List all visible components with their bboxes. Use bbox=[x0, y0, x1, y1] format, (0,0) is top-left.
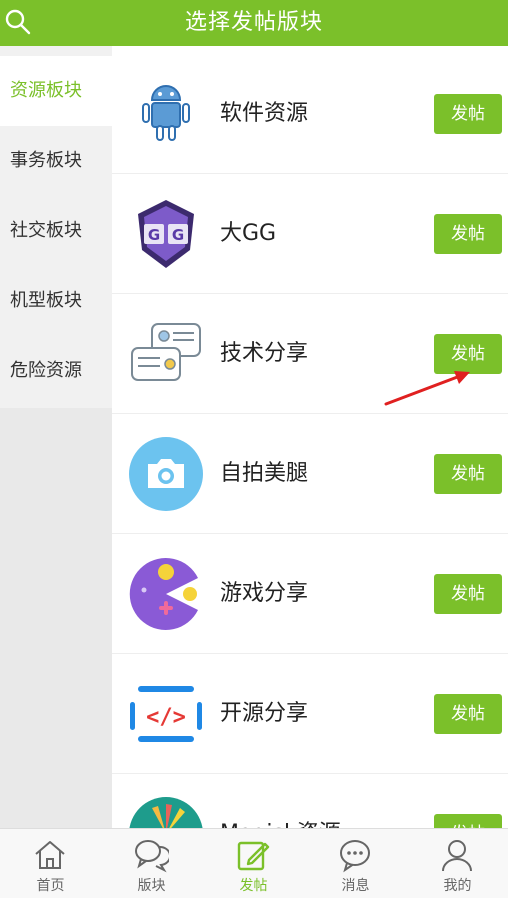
category-sidebar: 资源板块 事务板块 社交板块 机型板块 危险资源 bbox=[0, 46, 112, 828]
tab-home[interactable]: 首页 bbox=[0, 829, 101, 899]
post-button[interactable]: 发帖 bbox=[434, 814, 502, 828]
section-label: Magisk资源 bbox=[220, 774, 341, 828]
post-button[interactable]: 发帖 bbox=[434, 214, 502, 254]
section-label: 开源分享 bbox=[220, 701, 309, 726]
tab-label: 我的 bbox=[443, 878, 472, 894]
svg-text:G: G bbox=[172, 226, 184, 244]
post-button[interactable]: 发帖 bbox=[434, 694, 502, 734]
tab-label: 版块 bbox=[137, 878, 166, 894]
list-item[interactable]: </> 开源分享 发帖 bbox=[112, 654, 508, 774]
tab-label: 发帖 bbox=[239, 878, 268, 894]
edit-icon bbox=[237, 841, 270, 871]
list-item[interactable]: 技术分享 发帖 bbox=[112, 294, 508, 414]
pacman-icon bbox=[129, 558, 198, 630]
section-label: 软件资源 bbox=[220, 101, 309, 126]
code-icon: </> bbox=[130, 686, 202, 742]
section-list: 软件资源 发帖 G G 大GG 发帖 技术分享 发帖 自拍美腿 发帖 游戏分享 … bbox=[112, 46, 508, 828]
post-button[interactable]: 发帖 bbox=[434, 574, 502, 614]
camera-icon bbox=[129, 437, 203, 511]
tab-label: 首页 bbox=[36, 878, 65, 894]
tab-profile[interactable]: 我的 bbox=[407, 829, 508, 899]
bottom-tab-bar: 首页 版块 发帖 消息 我的 bbox=[0, 828, 508, 898]
sidebar-item-models[interactable]: 机型板块 bbox=[0, 266, 112, 336]
app-header: 选择发帖版块 bbox=[0, 0, 508, 46]
list-item[interactable]: G G 大GG 发帖 bbox=[112, 174, 508, 294]
user-icon bbox=[442, 840, 472, 872]
section-label: 游戏分享 bbox=[220, 581, 309, 606]
chat-bubbles-icon bbox=[135, 840, 169, 873]
list-item[interactable]: 自拍美腿 发帖 bbox=[112, 414, 508, 534]
tab-sections[interactable]: 版块 bbox=[101, 829, 202, 899]
sidebar-item-danger[interactable]: 危险资源 bbox=[0, 336, 112, 406]
sidebar-item-resources[interactable]: 资源板块 bbox=[0, 56, 112, 126]
magisk-icon bbox=[129, 797, 203, 828]
section-label: 自拍美腿 bbox=[220, 461, 309, 486]
sidebar-item-social[interactable]: 社交板块 bbox=[0, 196, 112, 266]
tab-post[interactable]: 发帖 bbox=[203, 829, 304, 899]
tab-label: 消息 bbox=[341, 878, 370, 894]
tab-messages[interactable]: 消息 bbox=[305, 829, 406, 899]
list-item[interactable]: Magisk资源 发帖 bbox=[112, 774, 508, 828]
android-icon bbox=[142, 85, 190, 141]
page-title: 选择发帖版块 bbox=[184, 10, 323, 35]
chat-cards-icon bbox=[131, 323, 201, 381]
post-button[interactable]: 发帖 bbox=[434, 94, 502, 134]
message-icon bbox=[340, 840, 370, 873]
post-button[interactable]: 发帖 bbox=[434, 454, 502, 494]
section-label: 大GG bbox=[220, 221, 277, 246]
svg-text:</>: </> bbox=[146, 705, 186, 730]
sidebar-empty-area bbox=[0, 408, 112, 828]
list-item[interactable]: 软件资源 发帖 bbox=[112, 54, 508, 174]
list-item[interactable]: 游戏分享 发帖 bbox=[112, 534, 508, 654]
home-icon bbox=[35, 841, 65, 869]
section-label: 技术分享 bbox=[220, 341, 309, 366]
gg-shield-icon: G G bbox=[138, 200, 194, 268]
post-button[interactable]: 发帖 bbox=[434, 334, 502, 374]
sidebar-item-affairs[interactable]: 事务板块 bbox=[0, 126, 112, 196]
svg-text:G: G bbox=[148, 226, 160, 244]
